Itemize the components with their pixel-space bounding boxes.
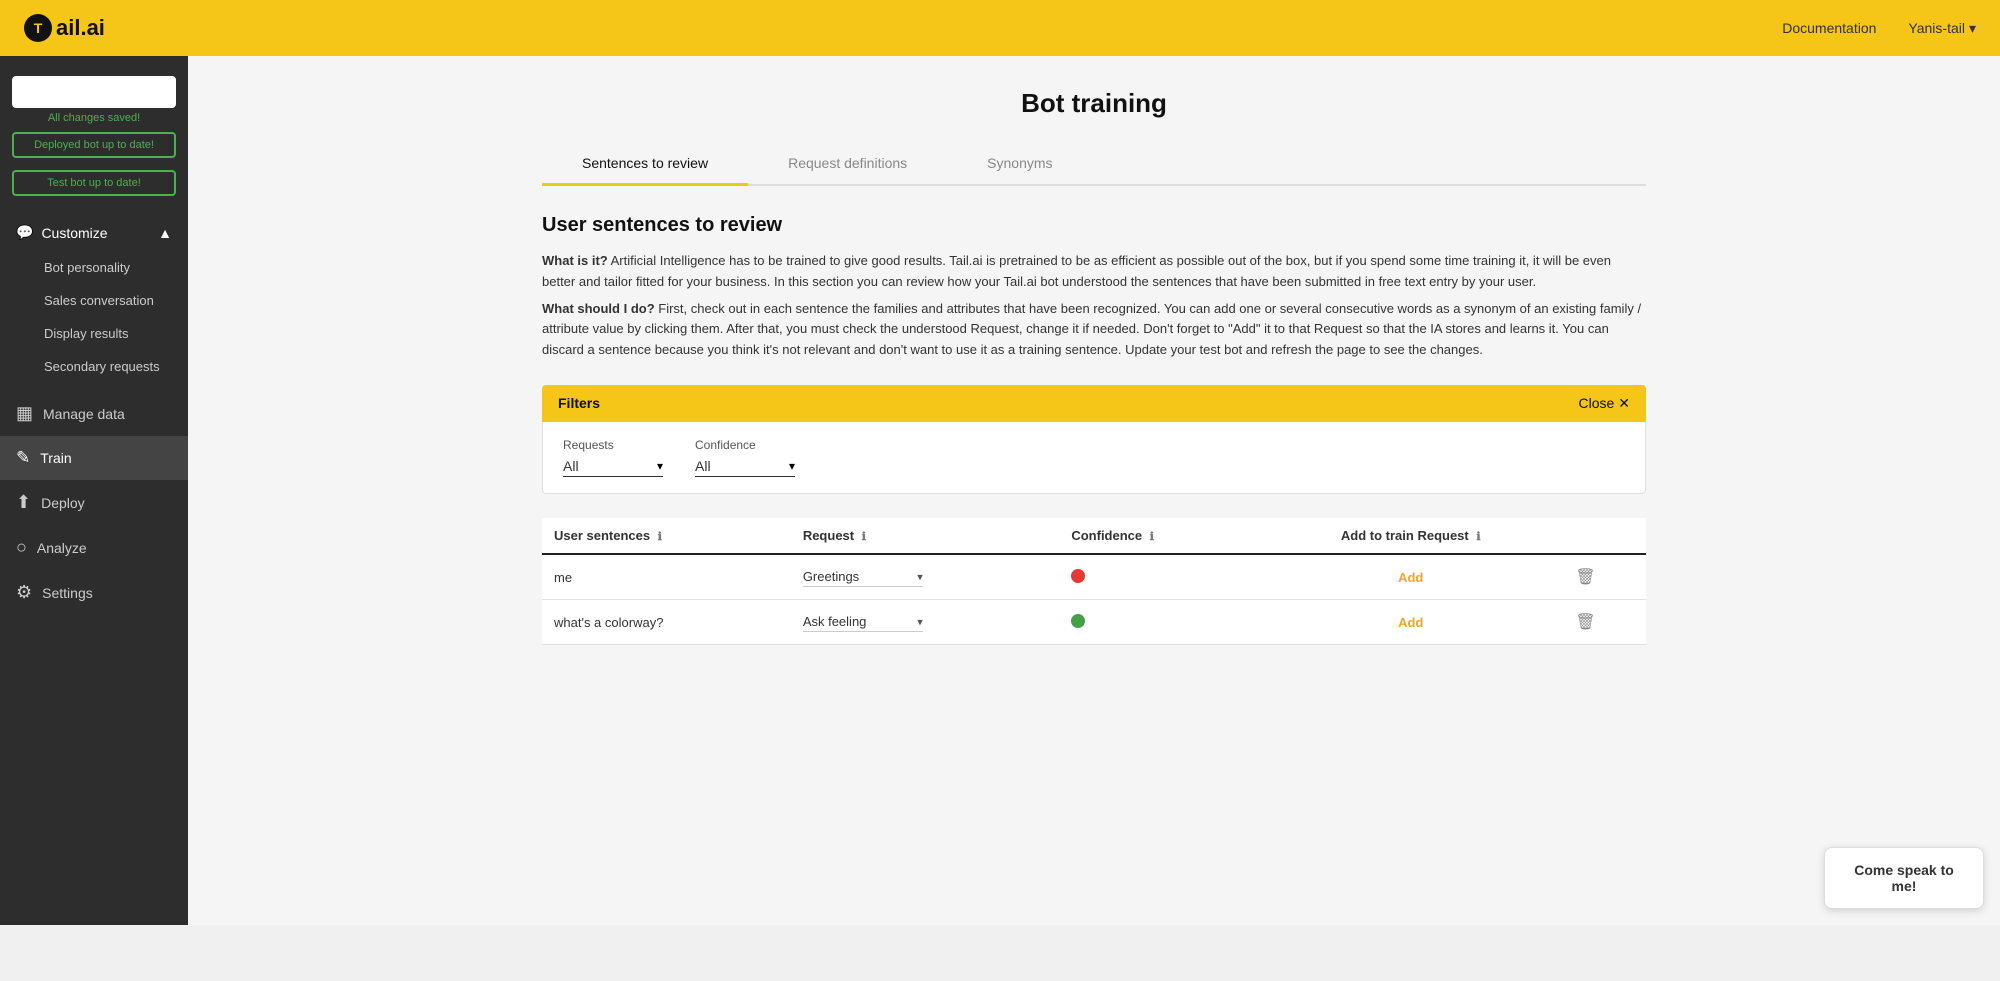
sidebar-item-analyze[interactable]: ○ Analyze <box>0 525 188 570</box>
filters-row: Requests All Confidence All <box>563 438 1625 477</box>
customize-label: Customize <box>41 225 107 241</box>
confidence-cell <box>1059 554 1258 600</box>
request-select-1[interactable]: Ask feeling <box>803 612 923 632</box>
sidebar-sub-item-bot-personality[interactable]: Bot personality <box>0 251 188 284</box>
bot-selector[interactable] <box>12 76 176 108</box>
col-confidence-info-icon[interactable]: ℹ <box>1150 531 1154 543</box>
confidence-filter-label: Confidence <box>695 438 795 452</box>
what-should-label: What should I do? <box>542 301 655 316</box>
sidebar-item-label: Deploy <box>41 495 85 511</box>
request-cell: Ask feeling <box>791 600 1060 645</box>
sidebar-item-deploy[interactable]: ⬆ Deploy <box>0 480 188 525</box>
what-is-it-text: What is it? Artificial Intelligence has … <box>542 251 1646 293</box>
col-request: Request ℹ <box>791 518 1060 554</box>
sidebar: All changes saved! Deployed bot up to da… <box>0 56 188 925</box>
sidebar-sub-item-sales[interactable]: Sales conversation <box>0 284 188 317</box>
tab-synonyms[interactable]: Synonyms <box>947 143 1092 186</box>
content-area: Bot training Sentences to review Request… <box>494 56 1694 677</box>
confidence-select-wrap: All <box>695 456 795 477</box>
filters-section: Filters Close ✕ Requests All <box>542 385 1646 494</box>
customize-section: 💬 Customize ▲ Bot personality Sales conv… <box>0 214 188 391</box>
col-add-to-train: Add to train Request ℹ <box>1258 518 1563 554</box>
sentences-table: User sentences ℹ Request ℹ Confidence ℹ … <box>542 518 1646 645</box>
request-select-wrap: Ask feeling <box>803 612 923 632</box>
delete-button-0[interactable]: 🗑 <box>1575 569 1595 586</box>
what-should-text: What should I do? First, check out in ea… <box>542 299 1646 361</box>
request-cell: Greetings <box>791 554 1060 600</box>
sidebar-item-label: Analyze <box>37 540 87 556</box>
sidebar-item-train[interactable]: ✎ Train <box>0 436 188 480</box>
main-content: Bot training Sentences to review Request… <box>188 56 2000 925</box>
sidebar-item-label: Train <box>40 450 71 466</box>
sidebar-sub-item-display[interactable]: Display results <box>0 317 188 350</box>
chat-bubble[interactable]: Come speak to me! <box>1824 847 1984 909</box>
user-dropdown-icon: ▾ <box>1969 20 1976 37</box>
train-icon: ✎ <box>16 448 30 468</box>
documentation-link[interactable]: Documentation <box>1782 20 1876 36</box>
requests-select-wrap: All <box>563 456 663 477</box>
delete-button-1[interactable]: 🗑 <box>1575 614 1595 631</box>
tab-request-definitions[interactable]: Request definitions <box>748 143 947 186</box>
confidence-cell <box>1059 600 1258 645</box>
logo-icon: T <box>24 14 52 42</box>
sidebar-sub-item-secondary[interactable]: Secondary requests <box>0 350 188 383</box>
filters-close-button[interactable]: Close ✕ <box>1578 395 1630 412</box>
what-is-it-label: What is it? <box>542 253 608 268</box>
customize-chevron: ▲ <box>158 225 172 241</box>
sidebar-top: All changes saved! Deployed bot up to da… <box>0 68 188 214</box>
delete-cell: 🗑 <box>1563 600 1646 645</box>
settings-icon: ⚙ <box>16 582 32 603</box>
manage-data-icon: ▦ <box>16 403 33 424</box>
saved-status: All changes saved! <box>12 112 176 124</box>
requests-filter-label: Requests <box>563 438 663 452</box>
delete-cell: 🗑 <box>1563 554 1646 600</box>
confidence-select[interactable]: All <box>695 456 795 477</box>
table-row: what's a colorway? Ask feeling Add <box>542 600 1646 645</box>
add-cell: Add <box>1258 600 1563 645</box>
request-select-wrap: Greetings <box>803 567 923 587</box>
confidence-filter: Confidence All <box>695 438 795 477</box>
topbar: T ail.ai Documentation Yanis-tail ▾ <box>0 0 2000 56</box>
tab-bar: Sentences to review Request definitions … <box>542 143 1646 186</box>
request-select-0[interactable]: Greetings <box>803 567 923 587</box>
sidebar-item-manage-data[interactable]: ▦ Manage data <box>0 391 188 436</box>
col-user-sentences: User sentences ℹ <box>542 518 791 554</box>
logo[interactable]: T ail.ai <box>24 14 105 42</box>
confidence-dot-green <box>1071 614 1085 628</box>
col-confidence: Confidence ℹ <box>1059 518 1258 554</box>
requests-filter: Requests All <box>563 438 663 477</box>
col-sentences-info-icon[interactable]: ℹ <box>658 531 662 543</box>
close-icon: ✕ <box>1618 395 1630 412</box>
logo-text: ail.ai <box>56 15 105 41</box>
sidebar-item-settings[interactable]: ⚙ Settings <box>0 570 188 615</box>
requests-select[interactable]: All <box>563 456 663 477</box>
topbar-right: Documentation Yanis-tail ▾ <box>1782 20 1976 37</box>
sidebar-item-label: Settings <box>42 585 93 601</box>
col-add-info-icon[interactable]: ℹ <box>1476 531 1480 543</box>
customize-header[interactable]: 💬 Customize ▲ <box>0 214 188 251</box>
user-label: Yanis-tail <box>1908 20 1965 36</box>
add-button-0[interactable]: Add <box>1398 570 1423 585</box>
customize-icon: 💬 <box>16 224 33 241</box>
sentence-cell: what's a colorway? <box>542 600 791 645</box>
tab-sentences-to-review[interactable]: Sentences to review <box>542 143 748 186</box>
test-btn[interactable]: Test bot up to date! <box>12 170 176 196</box>
deployed-btn[interactable]: Deployed bot up to date! <box>12 132 176 158</box>
filters-bar: Filters Close ✕ <box>542 385 1646 422</box>
sidebar-item-label: Manage data <box>43 406 125 422</box>
user-menu[interactable]: Yanis-tail ▾ <box>1908 20 1976 37</box>
table-row: me Greetings Add <box>542 554 1646 600</box>
filters-label: Filters <box>558 395 600 411</box>
confidence-dot-red <box>1071 569 1085 583</box>
deploy-icon: ⬆ <box>16 492 31 513</box>
add-button-1[interactable]: Add <box>1398 615 1423 630</box>
col-request-info-icon[interactable]: ℹ <box>862 531 866 543</box>
filters-body: Requests All Confidence All <box>542 422 1646 494</box>
analyze-icon: ○ <box>16 537 27 558</box>
section-title: User sentences to review <box>542 214 1646 237</box>
add-cell: Add <box>1258 554 1563 600</box>
page-title: Bot training <box>542 88 1646 119</box>
sentence-cell: me <box>542 554 791 600</box>
